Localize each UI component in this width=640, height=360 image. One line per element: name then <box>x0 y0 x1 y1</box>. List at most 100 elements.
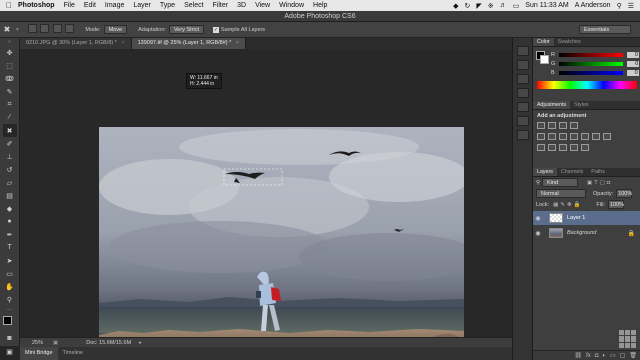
tab-color[interactable]: Color <box>533 38 554 46</box>
visibility-eye-icon[interactable]: ◉ <box>533 230 543 237</box>
eyedropper-tool-icon[interactable]: ⁄ <box>3 111 17 124</box>
pen-tool-icon[interactable]: ✒ <box>3 228 17 241</box>
screen-mode-icon[interactable]: ▣ <box>3 345 17 358</box>
content-aware-move-tool-icon[interactable]: ✖ <box>2 124 17 137</box>
hand-tool-icon[interactable]: ✋ <box>3 280 17 293</box>
foreground-color[interactable] <box>3 316 12 325</box>
battery-icon[interactable]: ▭ <box>513 2 520 10</box>
add-mask-icon[interactable]: ◘ <box>595 353 599 359</box>
clock[interactable]: Sun 11:33 AM <box>525 2 568 9</box>
menu-help[interactable]: Help <box>313 2 327 9</box>
brush-panel-icon[interactable] <box>516 116 529 126</box>
add-selection-button[interactable] <box>40 24 50 33</box>
selective-color-icon[interactable] <box>581 144 589 151</box>
menu-type[interactable]: Type <box>160 2 175 9</box>
tab-document-1[interactable]: 0210.JPG @ 30% (Layer 1, RGB/8) * × <box>20 38 132 49</box>
layer-name[interactable]: Background <box>567 230 596 236</box>
brightness-contrast-icon[interactable] <box>537 122 545 129</box>
gradient-tool-icon[interactable]: ▤ <box>3 189 17 202</box>
user-name[interactable]: A Anderson <box>575 2 611 9</box>
color-spectrum-bar[interactable] <box>537 81 637 89</box>
menu-image[interactable]: Image <box>105 2 124 9</box>
visibility-eye-icon[interactable]: ◉ <box>533 215 543 222</box>
tab-document-2[interactable]: 139097.tif @ 25% (Layer 1, RGB/8#) * × <box>131 38 247 49</box>
red-slider[interactable]: R 0 <box>533 50 640 59</box>
color-balance-icon[interactable] <box>559 133 567 140</box>
menu-window[interactable]: Window <box>279 2 304 9</box>
menu-filter[interactable]: Filter <box>213 2 229 9</box>
path-selection-tool-icon[interactable]: ➤ <box>3 254 17 267</box>
tab-paths[interactable]: Paths <box>587 168 609 176</box>
layer-kind-select[interactable]: Kind <box>542 178 579 187</box>
wifi-icon[interactable]: ◤ <box>476 2 481 10</box>
history-brush-tool-icon[interactable]: ↺ <box>3 163 17 176</box>
more-tools-icon[interactable]: ⋯ <box>3 306 17 314</box>
filter-search-icon[interactable]: ⚲ <box>536 180 540 186</box>
status-options-icon[interactable]: ▣ <box>53 340 58 346</box>
crop-tool-icon[interactable]: ⌗ <box>3 98 17 111</box>
green-value[interactable]: 0 <box>627 60 640 67</box>
mode-select[interactable]: Move <box>103 25 128 34</box>
character-panel-icon[interactable] <box>516 102 529 112</box>
hue-saturation-icon[interactable] <box>548 133 556 140</box>
lock-icons[interactable]: ▦✎✥🔒 <box>553 202 582 208</box>
gradient-map-icon[interactable] <box>570 144 578 151</box>
layer-name[interactable]: Layer 1 <box>567 215 585 221</box>
shape-tool-icon[interactable]: ▭ <box>3 267 17 280</box>
zoom-level[interactable]: 25% <box>32 340 43 346</box>
app-menu[interactable]: Photoshop <box>18 2 55 9</box>
menu-view[interactable]: View <box>255 2 270 9</box>
tab-timeline[interactable]: Timeline <box>58 347 89 360</box>
fx-icon[interactable]: fx <box>586 353 591 359</box>
exposure-icon[interactable] <box>570 122 578 129</box>
menu-edit[interactable]: Edit <box>84 2 96 9</box>
intersect-selection-button[interactable] <box>65 24 75 33</box>
properties-panel-icon[interactable] <box>516 60 529 70</box>
adaptation-select[interactable]: Very Strict <box>168 25 204 34</box>
close-icon[interactable]: × <box>121 40 124 46</box>
type-tool-icon[interactable]: T <box>3 241 17 254</box>
dodge-tool-icon[interactable]: ● <box>3 215 17 228</box>
posterize-icon[interactable] <box>548 144 556 151</box>
red-value[interactable]: 0 <box>626 51 639 58</box>
adjustment-layer-icon[interactable]: ◐ <box>602 353 606 359</box>
layer-row-background[interactable]: ◉ Background 🔒 <box>533 226 640 240</box>
black-white-icon[interactable] <box>570 133 578 140</box>
zoom-tool-icon[interactable]: ⚲ <box>3 293 17 306</box>
levels-icon[interactable] <box>548 122 556 129</box>
channel-mixer-icon[interactable] <box>592 133 600 140</box>
menu-layer[interactable]: Layer <box>133 2 151 9</box>
move-tool-icon[interactable]: ✥ <box>3 46 17 59</box>
lasso-tool-icon[interactable]: ↂ <box>3 72 17 85</box>
sample-all-layers-checkbox[interactable]: ✓ <box>213 26 219 33</box>
tab-adjustments[interactable]: Adjustments <box>533 101 571 109</box>
tab-layers[interactable]: Layers <box>533 168 557 176</box>
notification-list-icon[interactable]: ☰ <box>628 2 634 10</box>
sync-icon[interactable]: ↻ <box>465 2 471 10</box>
clone-stamp-tool-icon[interactable]: ⊥ <box>3 150 17 163</box>
tab-mini-bridge[interactable]: Mini Bridge <box>20 347 58 360</box>
blur-tool-icon[interactable]: ◆ <box>3 202 17 215</box>
close-icon[interactable]: × <box>236 40 239 46</box>
workspace-select[interactable]: Essentials <box>579 25 631 34</box>
vibrance-icon[interactable] <box>537 133 545 140</box>
bluetooth-icon[interactable]: ※ <box>488 2 494 10</box>
volume-icon[interactable]: ♬ <box>500 2 507 9</box>
spotlight-search-icon[interactable]: ⚲ <box>617 2 622 10</box>
brush-tool-icon[interactable]: ✐ <box>3 137 17 150</box>
menu-3d[interactable]: 3D <box>237 2 246 9</box>
content-aware-move-tool-icon[interactable]: ✖ <box>0 25 14 34</box>
green-slider[interactable]: G 0 <box>533 59 640 68</box>
new-group-icon[interactable]: ▭ <box>610 352 616 359</box>
link-layers-icon[interactable]: ⛓ <box>574 352 582 359</box>
trash-icon[interactable]: 🗑 <box>629 352 637 359</box>
fill-input[interactable]: 100% <box>607 200 624 209</box>
new-layer-icon[interactable]: ▢ <box>620 352 626 359</box>
dropbox-icon[interactable]: ◆ <box>453 2 458 10</box>
blue-value[interactable]: 0 <box>626 69 639 76</box>
document-photo[interactable] <box>99 127 464 359</box>
history-panel-icon[interactable] <box>516 46 529 56</box>
tab-swatches[interactable]: Swatches <box>554 38 585 46</box>
paragraph-panel-icon[interactable] <box>516 88 529 98</box>
info-panel-icon[interactable] <box>516 74 529 84</box>
